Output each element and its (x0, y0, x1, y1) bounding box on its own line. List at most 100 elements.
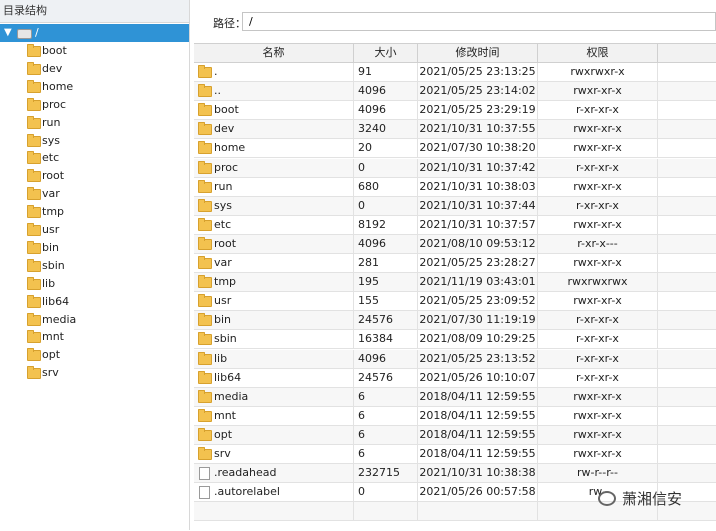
cell-name: sbin (194, 330, 354, 349)
path-input[interactable] (242, 12, 716, 31)
table-row[interactable]: mnt 6 2018/04/11 12:59:55 rwxr-xr-x (194, 406, 716, 426)
cell-filler (658, 388, 716, 406)
column-name[interactable]: 名称 (194, 44, 354, 62)
folder-icon (198, 294, 212, 308)
table-row[interactable]: sys 0 2021/10/31 10:37:44 r-xr-xr-x (194, 196, 716, 216)
cell-permissions: rwxr-xr-x (538, 445, 658, 463)
cell-name: proc (194, 158, 354, 177)
table-row[interactable]: etc 8192 2021/10/31 10:37:57 rwxr-xr-x (194, 215, 716, 235)
table-row[interactable]: srv 6 2018/04/11 12:59:55 rwxr-xr-x (194, 445, 716, 465)
cell-name: etc (194, 215, 354, 234)
folder-icon (27, 205, 41, 219)
folder-icon (27, 133, 41, 147)
tree-item-label: boot (42, 44, 67, 57)
cell-modified-time: 2021/05/25 23:09:52 (418, 292, 538, 311)
cell-filler (658, 254, 716, 272)
cell-name: lib (194, 349, 354, 368)
table-row[interactable]: tmp 195 2021/11/19 03:43:01 rwxrwxrwx (194, 273, 716, 293)
folder-icon (198, 84, 212, 98)
table-row[interactable]: . 91 2021/05/25 23:13:25 rwxrwxr-x (194, 63, 716, 83)
table-row[interactable]: lib 4096 2021/05/25 23:13:52 r-xr-xr-x (194, 349, 716, 369)
cell-permissions: rw-r--r-- (538, 464, 658, 483)
folder-icon (27, 366, 41, 380)
cell-modified-time: 2021/08/10 09:53:12 (418, 234, 538, 253)
cell-permissions: rwxr-xr-x (538, 120, 658, 139)
cell-modified-time: 2021/10/31 10:37:55 (418, 120, 538, 139)
cell-permissions: r-xr-xr-x (538, 101, 658, 120)
table-row[interactable]: .readahead 232715 2021/10/31 10:38:38 rw-r-… (194, 464, 716, 484)
cell-name: usr (194, 292, 354, 311)
cell-name: root (194, 234, 354, 253)
folder-icon (198, 408, 212, 422)
table-row[interactable]: media 6 2018/04/11 12:59:55 rwxr-xr-x (194, 387, 716, 407)
cell-modified-time: 2021/05/25 23:29:19 (418, 101, 538, 120)
cell-name: .readahead (194, 464, 354, 483)
folder-icon (27, 312, 41, 326)
table-row[interactable]: boot 4096 2021/05/25 23:29:19 r-xr-xr-x (194, 101, 716, 121)
tree-item-label: media (42, 312, 77, 326)
cell-permissions: r-xr-xr-x (538, 311, 658, 330)
tree-item-label: lib (42, 276, 56, 290)
cell-modified-time: 2021/10/31 10:37:42 (418, 158, 538, 177)
cell-modified-time: 2018/04/11 12:59:55 (418, 387, 538, 406)
cell-filler (658, 311, 716, 329)
column-permissions[interactable]: 权限 (538, 44, 658, 62)
table-row[interactable]: home 20 2021/07/30 10:38:20 rwxr-xr-x (194, 139, 716, 159)
cell-name: bin (194, 311, 354, 330)
table-row[interactable]: .. 4096 2021/05/25 23:14:02 rwxr-xr-x (194, 82, 716, 102)
table-row[interactable]: usr 155 2021/05/25 23:09:52 rwxr-xr-x (194, 292, 716, 312)
cell-modified-time: 2021/05/25 23:28:27 (418, 254, 538, 272)
folder-icon (27, 44, 41, 57)
folder-icon (198, 179, 212, 193)
tree-root-item[interactable]: ▼ / (0, 24, 189, 42)
tree-item-label: sbin (42, 258, 65, 272)
cell-modified-time: 2021/05/26 00:57:58 (418, 483, 538, 502)
table-row[interactable]: var 281 2021/05/25 23:28:27 rwxr-xr-x (194, 254, 716, 274)
table-row[interactable]: opt 6 2018/04/11 12:59:55 rwxr-xr-x (194, 425, 716, 445)
cell-name: var (194, 254, 354, 272)
cell-filler (658, 63, 716, 81)
folder-icon (198, 389, 212, 403)
folder-icon (27, 348, 41, 362)
cell-size: 4096 (354, 101, 418, 120)
cell-size: 20 (354, 139, 418, 158)
table-row[interactable]: proc 0 2021/10/31 10:37:42 r-xr-xr-x (194, 158, 716, 178)
folder-icon (27, 187, 41, 201)
folder-icon (27, 97, 41, 111)
tree-header: 目录结构 (0, 0, 189, 23)
cell-modified-time: 2021/05/25 23:13:52 (418, 349, 538, 368)
cell-permissions: r-xr-xr-x (538, 330, 658, 349)
cell-permissions: rwxr-xr-x (538, 139, 658, 158)
column-size[interactable]: 大小 (354, 44, 418, 62)
cell-name: tmp (194, 273, 354, 292)
tree-item-label: home (42, 79, 74, 93)
cell-modified-time: 2021/10/31 10:37:57 (418, 215, 538, 234)
cell-permissions: rwxrwxrwx (538, 273, 658, 292)
folder-icon (198, 65, 212, 78)
table-row[interactable]: dev 3240 2021/10/31 10:37:55 rwxr-xr-x (194, 120, 716, 140)
cell-filler (658, 407, 716, 425)
cell-name: srv (194, 445, 354, 463)
folder-icon (198, 256, 212, 269)
cell-permissions: rwxr-xr-x (538, 215, 658, 234)
table-row[interactable]: sbin 16384 2021/08/09 10:29:25 r-xr-xr-x (194, 330, 716, 350)
folder-icon (198, 370, 212, 384)
file-icon (199, 467, 210, 481)
table-row[interactable]: lib64 24576 2021/05/26 10:10:07 r-xr-xr-x (194, 368, 716, 388)
column-modified-time[interactable]: 修改时间 (418, 44, 538, 62)
tree-item-label: sys (42, 133, 60, 147)
cell-filler (658, 120, 716, 138)
table-row[interactable]: root 4096 2021/08/10 09:53:12 r-xr-x--- (194, 234, 716, 254)
cell-permissions: rwxr-xr-x (538, 425, 658, 444)
tree-item-label: usr (42, 223, 60, 236)
folder-icon (198, 427, 212, 441)
table-row[interactable]: bin 24576 2021/07/30 11:19:19 r-xr-xr-x (194, 311, 716, 331)
expand-arrow-icon[interactable]: ▼ (4, 27, 12, 38)
cell-permissions: rwxr-xr-x (538, 254, 658, 272)
drive-icon (17, 29, 32, 39)
cell-modified-time: 2021/11/19 03:43:01 (418, 273, 538, 292)
cell-modified-time: 2018/04/11 12:59:55 (418, 425, 538, 444)
cell-modified-time: 2018/04/11 12:59:55 (418, 406, 538, 425)
table-row[interactable]: run 680 2021/10/31 10:38:03 rwxr-xr-x (194, 177, 716, 197)
cell-permissions: rwxr-xr-x (538, 292, 658, 311)
